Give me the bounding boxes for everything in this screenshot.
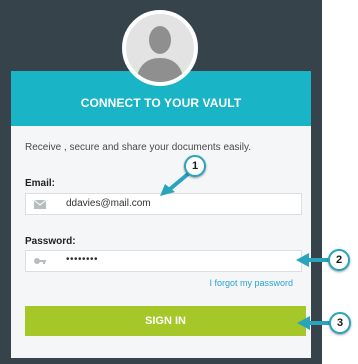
login-card: CONNECT TO YOUR VAULT Receive , secure a… bbox=[11, 71, 311, 358]
callout-1: 1 bbox=[184, 155, 206, 177]
sign-in-button[interactable]: SIGN IN bbox=[25, 306, 306, 336]
email-value: ddavies@mail.com bbox=[66, 198, 151, 209]
user-silhouette-icon bbox=[136, 26, 184, 82]
avatar bbox=[122, 10, 198, 86]
arrow-1-icon bbox=[160, 172, 190, 196]
callout-2: 2 bbox=[328, 249, 350, 271]
password-value: •••••••• bbox=[66, 254, 99, 265]
arrow-3-icon bbox=[297, 316, 331, 330]
envelope-icon bbox=[26, 194, 53, 214]
password-field[interactable]: •••••••• bbox=[25, 250, 302, 272]
password-label: Password: bbox=[25, 236, 76, 247]
card-title: CONNECT TO YOUR VAULT bbox=[80, 96, 242, 110]
card-subtitle: Receive , secure and share your document… bbox=[25, 142, 252, 153]
forgot-password-link[interactable]: I forgot my password bbox=[209, 278, 293, 288]
email-label: Email: bbox=[25, 178, 56, 189]
arrow-2-icon bbox=[296, 253, 330, 267]
key-icon bbox=[26, 251, 53, 271]
callout-3: 3 bbox=[329, 312, 351, 334]
